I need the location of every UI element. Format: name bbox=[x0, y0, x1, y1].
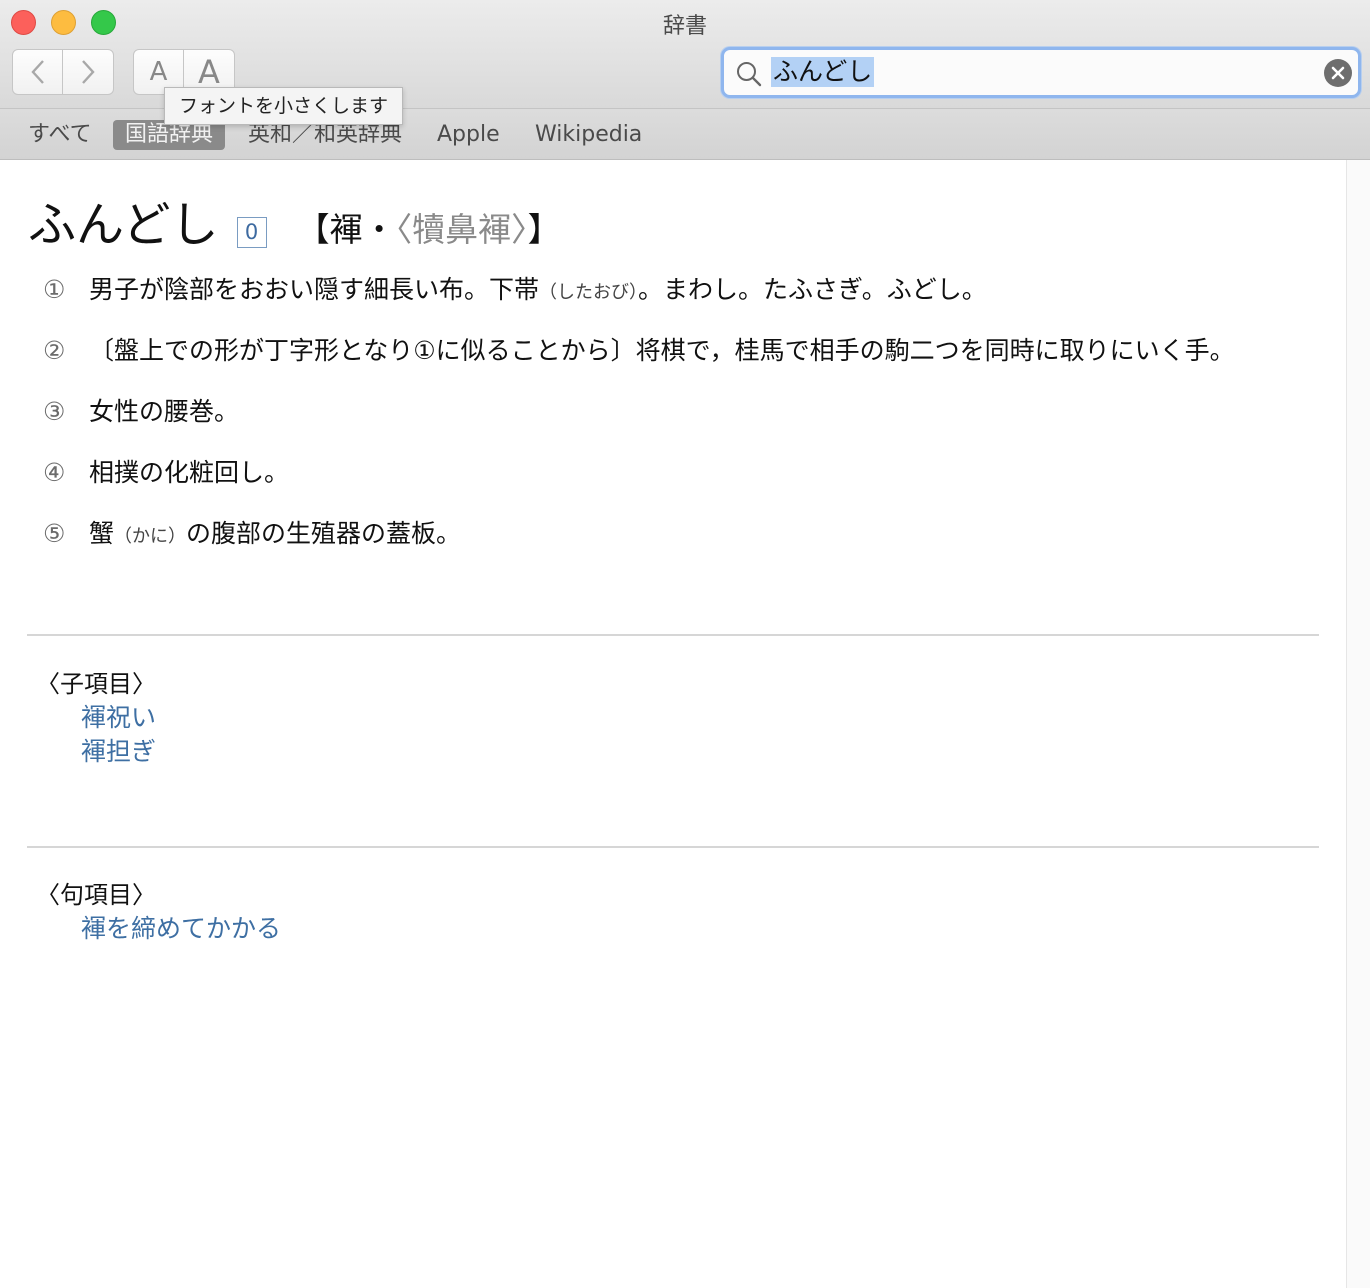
chevron-left-icon bbox=[30, 60, 44, 84]
sense-number: ① bbox=[43, 275, 66, 304]
kanji-notation: 【褌・〈犢鼻褌〉】 bbox=[297, 203, 561, 251]
subentries-heading: 〈子項目〉 bbox=[36, 670, 156, 698]
phrases-heading: 〈句項目〉 bbox=[36, 881, 156, 909]
subentry-link[interactable]: 褌祝い bbox=[81, 698, 156, 734]
section-divider bbox=[27, 846, 1319, 848]
tab-wikipedia[interactable]: Wikipedia bbox=[523, 120, 654, 150]
tooltip: フォントを小さくします bbox=[164, 87, 404, 125]
sense-text-main: 男子が陰部をおおい隠す細長い布。下帯 bbox=[89, 275, 540, 304]
forward-button[interactable] bbox=[63, 49, 114, 95]
sense-text-rest: 。まわし。たふさぎ。ふどし。 bbox=[638, 275, 987, 304]
definition-item: ⑤ 蟹（かに）の腹部の生殖器の蓋板。 bbox=[43, 514, 1235, 575]
sense-number: ④ bbox=[43, 458, 66, 487]
definition-item: ③ 女性の腰巻。 bbox=[43, 392, 1235, 453]
kanji-close: 】 bbox=[527, 210, 561, 249]
sense-number: ⑤ bbox=[43, 519, 66, 548]
subentry-link[interactable]: 褌担ぎ bbox=[81, 732, 156, 768]
sense-text-main: 〔盤上での形が丁字形となり①に似ることから〕将棋で，桂馬で相手の駒二つを同時に取… bbox=[89, 336, 1235, 365]
sense-number: ③ bbox=[43, 397, 66, 426]
definition-item: ① 男子が陰部をおおい隠す細長い布。下帯（したおび）。まわし。たふさぎ。ふどし。 bbox=[43, 270, 1235, 331]
sense-number: ② bbox=[43, 336, 66, 365]
section-divider bbox=[27, 634, 1319, 636]
headword: ふんどし bbox=[28, 197, 219, 253]
reading-note: （したおび） bbox=[539, 282, 639, 303]
window-title: 辞書 bbox=[662, 14, 707, 39]
sense-text-rest: の腹部の生殖器の蓋板。 bbox=[186, 519, 462, 548]
tab-all[interactable]: すべて bbox=[16, 120, 104, 150]
back-button[interactable] bbox=[12, 49, 63, 95]
sense-text: 男子が陰部をおおい隠す細長い布。下帯（したおび）。まわし。たふさぎ。ふどし。 bbox=[89, 270, 987, 306]
sense-text: 相撲の化粧回し。 bbox=[89, 453, 289, 489]
search-field[interactable]: ふんどし bbox=[721, 47, 1361, 98]
definition-item: ② 〔盤上での形が丁字形となり①に似ることから〕将棋で，桂馬で相手の駒二つを同時… bbox=[43, 331, 1235, 392]
phrase-link[interactable]: 褌を締めてかかる bbox=[81, 909, 281, 945]
sense-text: 蟹（かに）の腹部の生殖器の蓋板。 bbox=[89, 514, 461, 550]
definition-item: ④ 相撲の化粧回し。 bbox=[43, 453, 1235, 514]
sense-text: 〔盤上での形が丁字形となり①に似ることから〕将棋で，桂馬で相手の駒二つを同時に取… bbox=[89, 331, 1235, 367]
tab-apple[interactable]: Apple bbox=[425, 120, 512, 150]
entry-header: ふんどし 0 【褌・〈犢鼻褌〉】 bbox=[28, 195, 561, 255]
sense-text-main: 蟹 bbox=[89, 519, 115, 548]
sense-text-main: 女性の腰巻。 bbox=[89, 397, 240, 426]
search-input[interactable]: ふんどし bbox=[771, 57, 875, 87]
navigation-buttons bbox=[12, 49, 114, 95]
clear-search-button[interactable] bbox=[1324, 59, 1352, 87]
search-icon bbox=[737, 62, 762, 87]
scrollbar[interactable] bbox=[1346, 160, 1370, 1288]
sense-text: 女性の腰巻。 bbox=[89, 392, 239, 428]
definition-list: ① 男子が陰部をおおい隠す細長い布。下帯（したおび）。まわし。たふさぎ。ふどし。… bbox=[43, 270, 1235, 575]
reading-note: （かに） bbox=[114, 526, 187, 547]
kanji-alternate: 〈犢鼻褌〉 bbox=[395, 210, 528, 249]
sense-text-main: 相撲の化粧回し。 bbox=[89, 458, 290, 487]
chevron-right-icon bbox=[82, 60, 95, 84]
kanji-open: 【褌・ bbox=[296, 210, 396, 249]
close-icon bbox=[1331, 66, 1345, 80]
accent-badge: 0 bbox=[236, 217, 267, 248]
